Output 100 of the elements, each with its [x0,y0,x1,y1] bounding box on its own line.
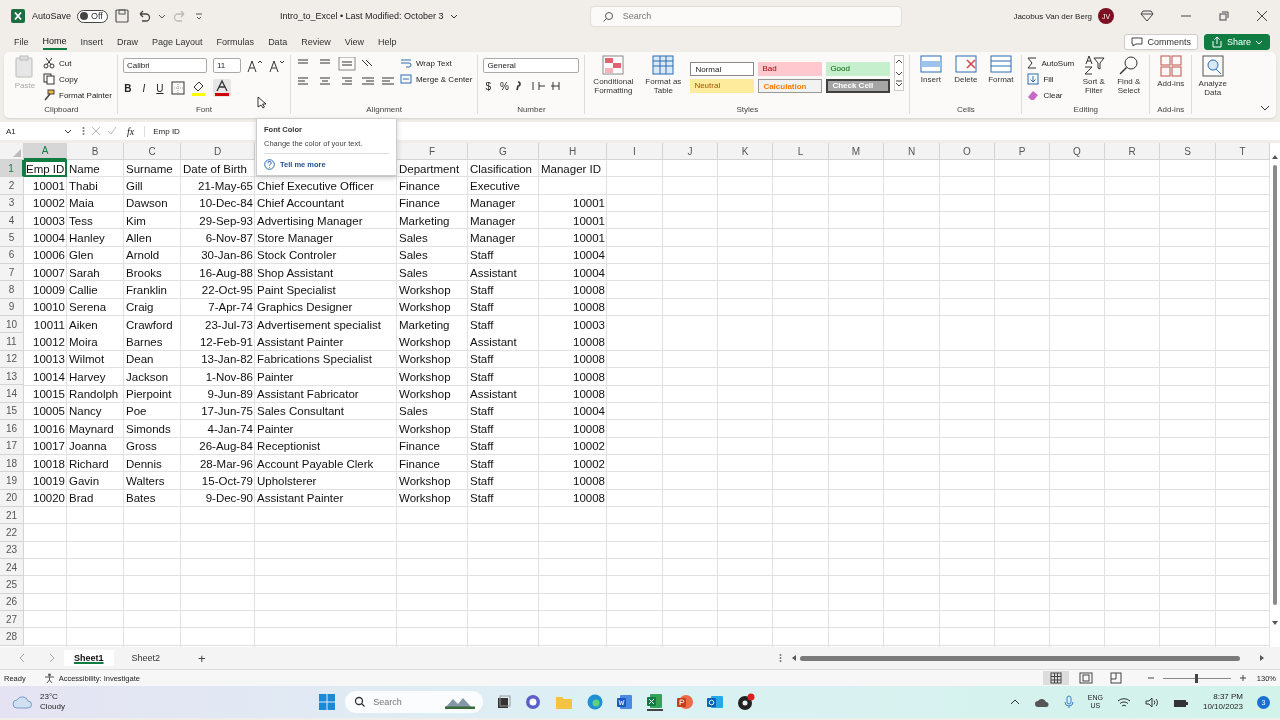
search-field[interactable]: Search [589,5,902,27]
accessibility-icon[interactable] [43,672,55,684]
clock-date[interactable]: 10/10/2023 [1202,702,1243,712]
insert-function-button[interactable]: fx [127,125,146,137]
comments-button[interactable]: Comments [1124,34,1198,50]
menu-tab[interactable]: Draw [117,35,139,49]
cut-button[interactable]: Cut [43,57,112,69]
presentation-app-icon[interactable] [677,694,694,710]
column-header[interactable]: J [663,143,718,160]
row-header[interactable]: 1 [0,160,24,178]
taskbar-search-field[interactable]: Search [345,691,484,713]
currency-button[interactable]: $ [483,80,494,92]
zoom-in-icon[interactable] [1238,674,1247,682]
number-format-dropdown[interactable]: General [483,58,580,73]
format-painter-button[interactable]: Format Painter [43,89,112,101]
italic-button[interactable]: I [138,82,149,94]
column-header[interactable]: G [468,143,539,160]
task-view-icon[interactable] [497,695,512,709]
column-header[interactable]: T [1216,143,1270,160]
row-header[interactable]: 2 [0,177,24,195]
column-header[interactable]: H [539,143,607,160]
column-header[interactable]: I [607,143,663,160]
menu-tab[interactable]: Review [301,35,331,49]
sheet-tab[interactable]: Sheet2 [121,650,171,666]
font-size-dropdown[interactable]: 11 [212,58,241,73]
menu-tab[interactable]: Data [268,35,288,49]
column-header[interactable]: B [67,143,124,160]
restore-icon[interactable] [1218,10,1230,22]
row-header[interactable]: 13 [0,368,24,386]
add-sheet-button[interactable]: + [194,650,210,666]
zoom-slider-thumb[interactable] [1195,673,1199,683]
column-header[interactable]: A [24,143,67,160]
column-header[interactable]: N [884,143,940,160]
row-header[interactable]: 5 [0,229,24,247]
row-header[interactable]: 4 [0,212,24,230]
column-header[interactable]: R [1105,143,1160,160]
delete-cells-button[interactable]: Delete [950,55,982,84]
chevron-up-icon[interactable] [1009,698,1020,706]
font-name-dropdown[interactable]: Calibri [122,58,207,73]
decrease-font-icon[interactable] [268,58,285,73]
menu-tab[interactable]: Page Layout [152,35,203,49]
collapse-ribbon-icon[interactable] [1260,104,1270,112]
column-header[interactable]: L [773,143,829,160]
name-box[interactable]: A1 [6,126,58,136]
column-header[interactable]: P [995,143,1050,160]
share-button[interactable]: Share [1203,34,1270,50]
cloud-icon[interactable] [1033,696,1050,708]
autosave-toggle[interactable]: Off [77,9,108,23]
diamond-icon[interactable] [1140,9,1154,23]
borders-icon[interactable] [170,81,185,95]
close-icon[interactable] [1256,10,1268,22]
wrap-text-button[interactable]: Wrap Text [399,57,473,69]
row-header[interactable]: 16 [0,420,24,438]
row-header[interactable]: 8 [0,281,24,299]
percent-button[interactable]: % [499,80,510,92]
row-header[interactable]: 10 [0,316,24,334]
column-header[interactable]: F [397,143,468,160]
copy-button[interactable]: Copy [43,73,112,85]
cell-style-option[interactable]: Bad [758,62,823,76]
mail-app-icon[interactable] [707,694,724,710]
analyze-data-button[interactable]: Analyze Data [1197,55,1229,98]
row-header[interactable]: 22 [0,524,24,542]
font-color-icon[interactable] [212,79,231,97]
increase-font-icon[interactable] [246,58,263,73]
windows-start-icon[interactable] [319,694,336,710]
column-header[interactable]: M [829,143,884,160]
microphone-icon[interactable] [1063,695,1074,709]
column-header[interactable]: D [181,143,255,160]
column-header[interactable]: S [1160,143,1216,160]
conditional-formatting-button[interactable]: Conditional Formatting [590,55,637,96]
row-header[interactable]: 11 [0,333,24,351]
menu-tab[interactable]: File [14,35,29,49]
autosum-button[interactable]: AutoSum [1027,57,1075,69]
underline-button[interactable]: U [154,82,165,94]
menu-tab[interactable]: Insert [80,35,104,49]
row-header[interactable]: 19 [0,472,24,490]
insert-cells-button[interactable]: Insert [915,55,947,84]
find-select-button[interactable]: Find & Select [1113,55,1145,96]
bold-button[interactable]: B [122,82,133,94]
caret-icon[interactable] [449,12,458,20]
fill-color-icon[interactable] [190,80,207,96]
excel-app-icon[interactable] [647,693,664,711]
wifi-icon[interactable] [1116,696,1131,708]
save-icon[interactable] [113,8,130,24]
menu-tab[interactable]: Home [42,34,67,50]
sheet-tab[interactable]: Sheet1 [64,650,114,666]
normal-view-icon[interactable] [1042,671,1069,685]
customize-icon[interactable] [193,11,204,21]
row-header[interactable]: 28 [0,628,24,646]
column-header[interactable]: Q [1050,143,1105,160]
menu-tab[interactable]: Help [378,35,397,49]
format-cells-button[interactable]: Format [985,55,1017,84]
clock-time[interactable]: 8:37 PM [1213,692,1243,702]
caret-icon[interactable] [64,127,72,135]
fill-button[interactable]: Fill [1027,73,1075,85]
check-icon[interactable] [107,126,117,136]
row-header[interactable]: 7 [0,264,24,282]
cell-style-option[interactable]: Good [826,62,891,76]
formula-field[interactable]: Emp ID [153,126,180,136]
menu-tab[interactable]: Formulas [216,35,255,49]
